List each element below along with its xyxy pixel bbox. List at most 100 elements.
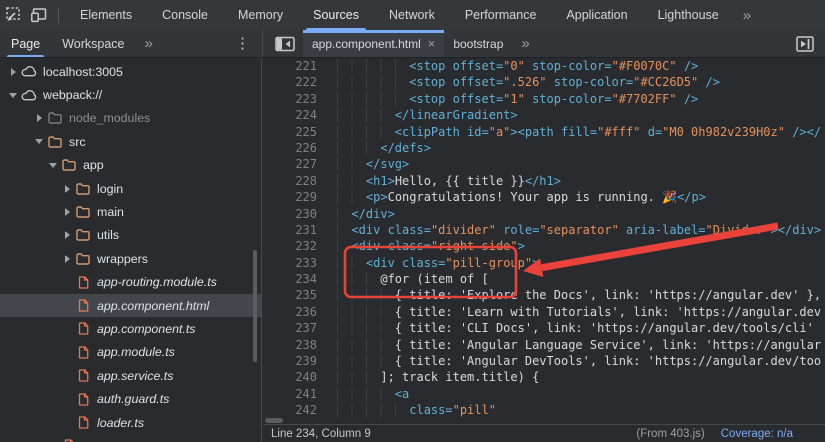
code-line[interactable]: 237 { title: 'CLI Docs', link: 'https://… [263, 320, 825, 336]
file-tab-app-component-html[interactable]: app.component.html× [303, 30, 444, 57]
code-text: { title: 'Angular DevTools', link: 'http… [337, 353, 821, 369]
chevron-right-icon[interactable] [60, 255, 74, 263]
code-line[interactable]: 222 <stop offset=".526" stop-color="#CC2… [263, 74, 825, 90]
line-number[interactable]: 237 [263, 320, 317, 336]
code-line[interactable]: 235 { title: 'Explore the Docs', link: '… [263, 287, 825, 303]
tree-item-app-module-ts[interactable]: app.module.ts [0, 341, 261, 364]
more-navigator-tabs-icon[interactable]: » [136, 35, 162, 52]
line-number[interactable]: 235 [263, 287, 317, 303]
indent-guides [337, 141, 380, 155]
tree-item-app-component-html[interactable]: app.component.html [0, 294, 261, 317]
more-tabs-icon[interactable]: » [734, 7, 760, 24]
collapse-navigator-icon[interactable] [272, 31, 298, 57]
code-line[interactable]: 233 <div class="pill-group"> [263, 255, 825, 271]
code-area[interactable]: 221 <stop offset="0" stop-color="#F0070C… [263, 58, 825, 420]
code-line[interactable]: 236 { title: 'Learn with Tutorials', lin… [263, 304, 825, 320]
chevron-right-icon[interactable] [60, 185, 74, 193]
inspect-icon[interactable] [0, 2, 26, 28]
code-text: { title: 'CLI Docs', link: 'https://angu… [337, 320, 814, 336]
line-number[interactable]: 233 [263, 255, 317, 271]
device-toolbar-icon[interactable] [26, 2, 52, 28]
tree-item-app-routing-module-ts[interactable]: app-routing.module.ts [0, 271, 261, 294]
code-line[interactable]: 241 <a [263, 386, 825, 402]
code-line[interactable]: 238 { title: 'Angular Language Service',… [263, 337, 825, 353]
tree-item-node-modules[interactable]: node_modules [0, 107, 261, 130]
tab-sources[interactable]: Sources [298, 0, 374, 30]
line-number[interactable]: 230 [263, 206, 317, 222]
coverage-link[interactable]: Coverage: n/a [721, 428, 793, 440]
chevron-right-icon[interactable] [32, 114, 46, 122]
tree-item-localhost-3005[interactable]: localhost:3005 [0, 60, 261, 83]
tree-item-auth-guard-ts[interactable]: auth.guard.ts [0, 387, 261, 410]
chevron-down-icon[interactable] [46, 163, 60, 168]
tree-scrollbar-thumb[interactable] [253, 250, 257, 362]
line-number[interactable]: 222 [263, 74, 317, 90]
code-line[interactable]: 240 ]; track item.title) { [263, 369, 825, 385]
chevron-right-icon[interactable] [60, 208, 74, 216]
chevron-down-icon[interactable] [6, 93, 20, 98]
close-icon[interactable]: × [428, 36, 436, 51]
line-number[interactable]: 224 [263, 107, 317, 123]
tree-item-app-service-ts[interactable]: app.service.ts [0, 364, 261, 387]
code-line[interactable]: 231 <div class="divider" role="separator… [263, 222, 825, 238]
code-line[interactable]: 234 @for (item of [ [263, 271, 825, 287]
more-file-tabs-icon[interactable]: » [512, 35, 538, 52]
navigator-tab-page[interactable]: Page [0, 30, 51, 57]
tree-item-wrappers[interactable]: wrappers [0, 247, 261, 270]
line-number[interactable]: 239 [263, 353, 317, 369]
indent-guides [337, 272, 380, 286]
tab-elements[interactable]: Elements [65, 0, 147, 30]
line-number[interactable]: 225 [263, 124, 317, 140]
code-line[interactable]: 229 <p>Congratulations! Your app is runn… [263, 189, 825, 205]
chevron-right-icon[interactable] [6, 68, 20, 76]
chevron-right-icon[interactable] [60, 231, 74, 239]
line-number[interactable]: 231 [263, 222, 317, 238]
line-number[interactable]: 238 [263, 337, 317, 353]
tree-item-utils[interactable]: utils [0, 224, 261, 247]
toggle-debugger-sidebar-icon[interactable] [792, 31, 818, 57]
tab-memory[interactable]: Memory [223, 0, 298, 30]
code-line[interactable]: 227 </svg> [263, 156, 825, 172]
line-number[interactable]: 241 [263, 386, 317, 402]
code-line[interactable]: 230 </div> [263, 206, 825, 222]
line-number[interactable]: 227 [263, 156, 317, 172]
tree-item-webpack[interactable]: webpack:// [0, 83, 261, 106]
tree-item-app-component-ts[interactable]: app.component.ts [0, 317, 261, 340]
code-line[interactable]: 223 <stop offset="1" stop-color="#7702FF… [263, 91, 825, 107]
code-line[interactable]: 232 <div class="right-side"> [263, 238, 825, 254]
line-number[interactable]: 240 [263, 369, 317, 385]
code-line[interactable]: 226 </defs> [263, 140, 825, 156]
tree-item-loader-ts[interactable]: loader.ts [0, 411, 261, 434]
code-line[interactable]: 225 <clipPath id="a"><path fill="#fff" d… [263, 124, 825, 140]
line-number[interactable]: 221 [263, 58, 317, 74]
tab-lighthouse[interactable]: Lighthouse [643, 0, 734, 30]
line-number[interactable]: 236 [263, 304, 317, 320]
tree-item-main[interactable]: main [0, 200, 261, 223]
line-number[interactable]: 229 [263, 189, 317, 205]
tab-performance[interactable]: Performance [450, 0, 552, 30]
line-number[interactable]: 226 [263, 140, 317, 156]
code-text: <div class="divider" role="separator" ar… [337, 222, 821, 238]
code-line[interactable]: 224 </linearGradient> [263, 107, 825, 123]
tree-item-partial[interactable] [0, 434, 261, 442]
tree-item-app[interactable]: app [0, 154, 261, 177]
code-line[interactable]: 228 <h1>Hello, {{ title }}</h1> [263, 173, 825, 189]
line-number[interactable]: 223 [263, 91, 317, 107]
line-number[interactable]: 234 [263, 271, 317, 287]
code-token: <div class= [351, 223, 430, 237]
tab-application[interactable]: Application [551, 0, 642, 30]
chevron-down-icon[interactable] [32, 139, 46, 144]
line-number[interactable]: 228 [263, 173, 317, 189]
tab-network[interactable]: Network [374, 0, 450, 30]
navigator-tab-workspace[interactable]: Workspace [51, 30, 135, 57]
code-line[interactable]: 239 { title: 'Angular DevTools', link: '… [263, 353, 825, 369]
tree-item-label: wrappers [97, 252, 148, 266]
line-number[interactable]: 232 [263, 238, 317, 254]
tree-item-src[interactable]: src [0, 130, 261, 153]
file-tab-bootstrap[interactable]: bootstrap [444, 30, 512, 57]
horizontal-scrollbar-thumb[interactable] [265, 418, 283, 423]
tab-console[interactable]: Console [147, 0, 223, 30]
more-options-icon[interactable]: ⋮ [235, 36, 250, 51]
code-line[interactable]: 221 <stop offset="0" stop-color="#F0070C… [263, 58, 825, 74]
tree-item-login[interactable]: login [0, 177, 261, 200]
